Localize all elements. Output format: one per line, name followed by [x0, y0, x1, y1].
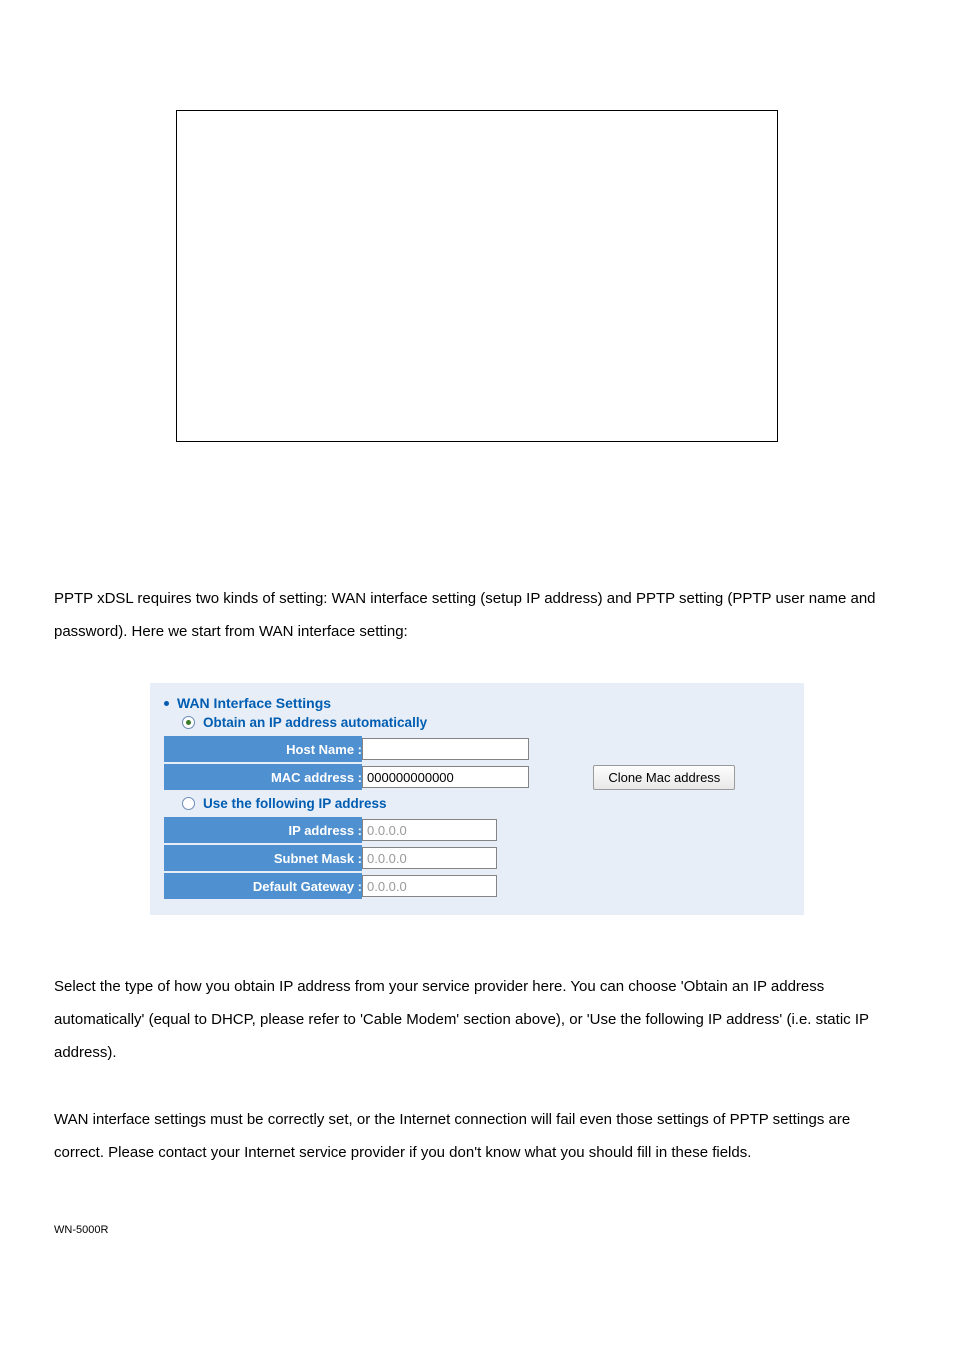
bullet-icon	[164, 701, 169, 706]
radio-use-following[interactable]: Use the following IP address	[182, 796, 790, 811]
panel-title: WAN Interface Settings	[177, 695, 331, 711]
radio-obtain-auto[interactable]: Obtain an IP address automatically	[182, 715, 790, 730]
paragraph-select-type: Select the type of how you obtain IP add…	[54, 970, 900, 1069]
radio-icon	[182, 716, 195, 729]
host-name-input[interactable]	[362, 738, 529, 760]
radio-icon	[182, 797, 195, 810]
subnet-mask-label: Subnet Mask :	[164, 845, 362, 871]
ip-address-input[interactable]	[362, 819, 497, 841]
radio-label-auto: Obtain an IP address automatically	[203, 715, 427, 730]
subnet-mask-input[interactable]	[362, 847, 497, 869]
mac-address-label: MAC address :	[164, 764, 362, 790]
ip-address-label: IP address :	[164, 817, 362, 843]
host-name-label: Host Name :	[164, 736, 362, 762]
intro-paragraph: PPTP xDSL requires two kinds of setting:…	[54, 582, 900, 648]
wan-settings-panel: WAN Interface Settings Obtain an IP addr…	[150, 683, 804, 915]
mac-address-input[interactable]	[362, 766, 529, 788]
default-gateway-label: Default Gateway :	[164, 873, 362, 899]
paragraph-wan-warning: WAN interface settings must be correctly…	[54, 1103, 900, 1169]
figure-placeholder	[176, 110, 778, 442]
default-gateway-input[interactable]	[362, 875, 497, 897]
footer-model: WN-5000R	[54, 1224, 954, 1236]
radio-label-static: Use the following IP address	[203, 796, 387, 811]
clone-mac-button[interactable]: Clone Mac address	[593, 765, 735, 790]
